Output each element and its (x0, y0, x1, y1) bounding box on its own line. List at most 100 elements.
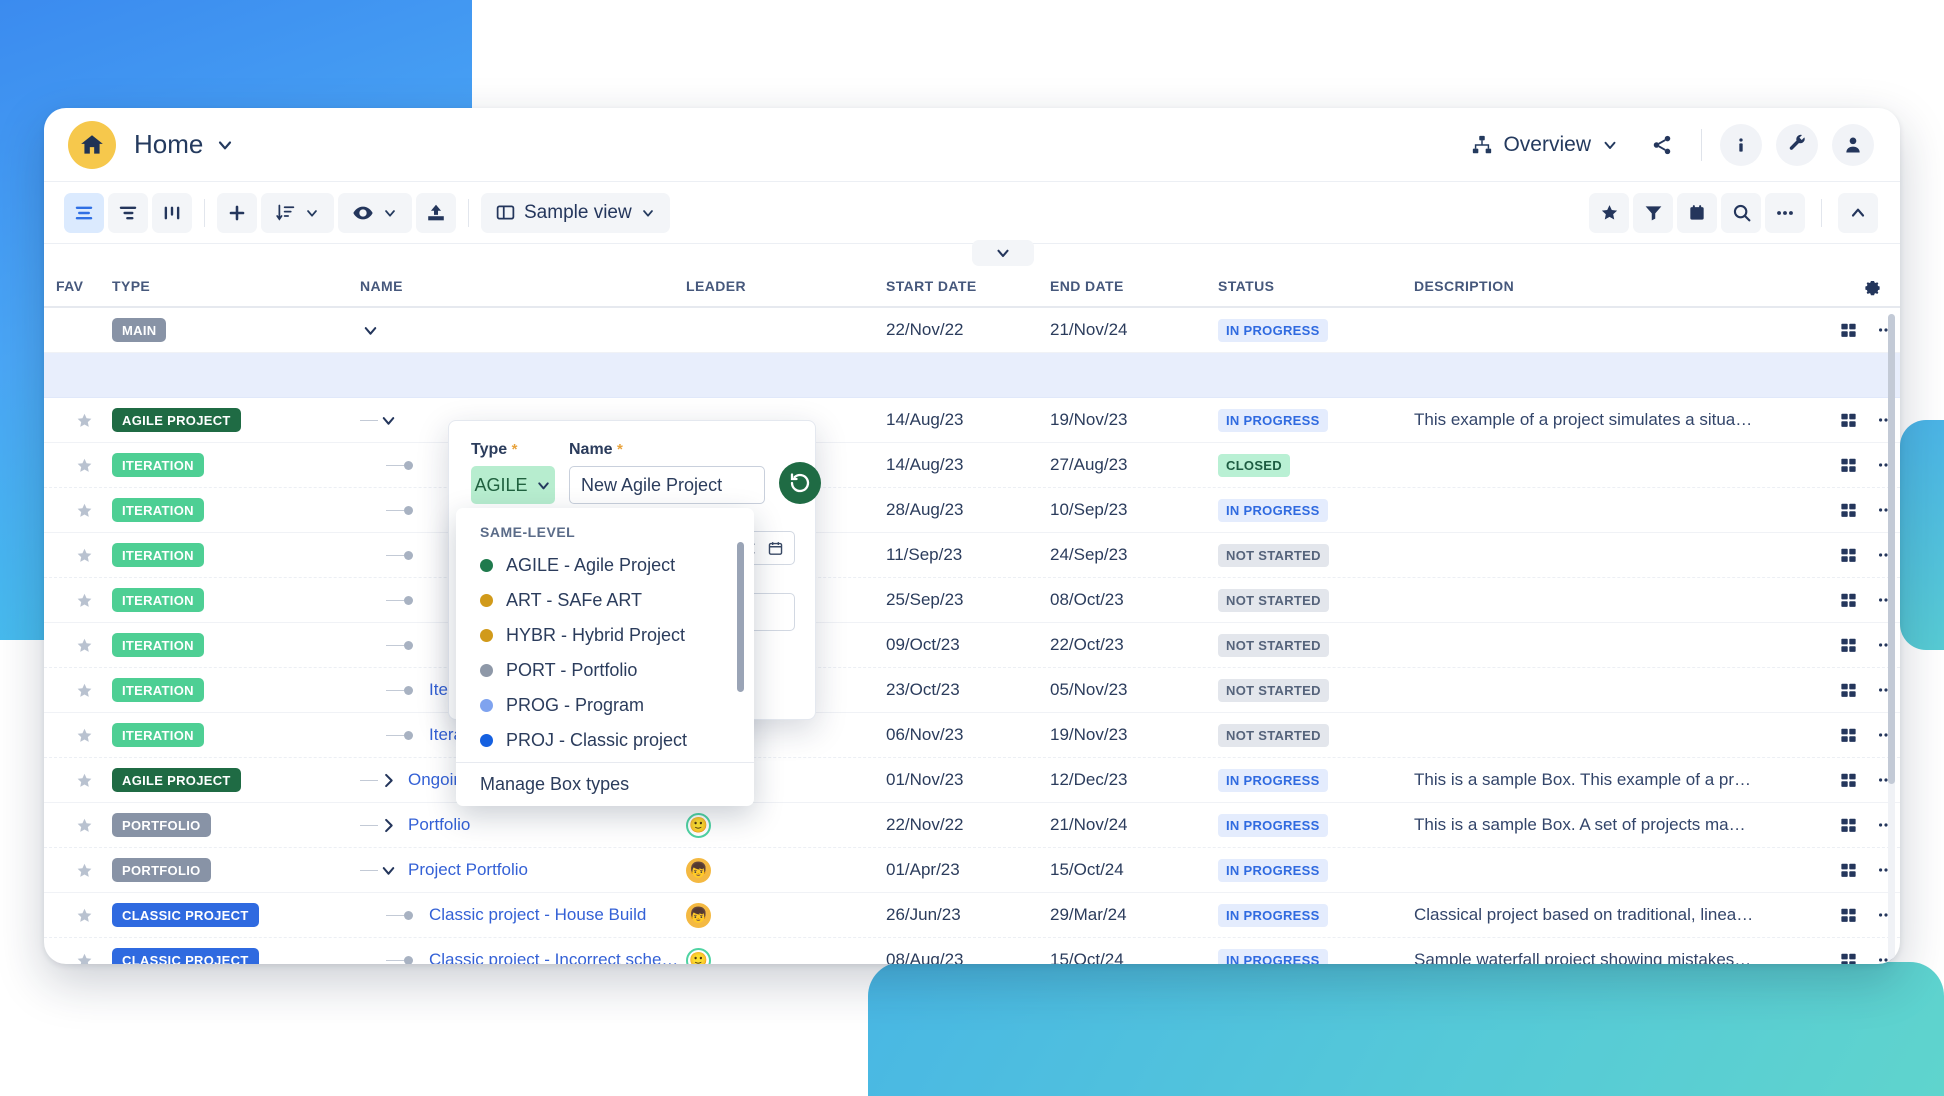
calendar-button[interactable] (1677, 192, 1717, 233)
table-row[interactable]: ITERATIONIteration 706/Nov/2319/Nov/23NO… (44, 713, 1900, 758)
row-name-cell[interactable]: Classic project - House Build (360, 905, 686, 925)
avatar[interactable]: 👦 (686, 857, 711, 883)
table-row[interactable]: CLASSIC PROJECT Classic project - House B… (44, 893, 1900, 938)
more-button[interactable] (1765, 192, 1805, 233)
table-row[interactable]: ITERATION 25/Sep/23 08/Oct/23 NOT STARTED (44, 578, 1900, 623)
scrollbar-thumb[interactable] (1888, 314, 1895, 784)
grid-icon[interactable] (1839, 681, 1858, 700)
chevron-right-icon[interactable] (378, 816, 398, 835)
dropdown-item[interactable]: PORT - Portfolio (456, 653, 754, 688)
settings-button[interactable] (1776, 123, 1818, 166)
chevron-down-icon[interactable] (215, 135, 235, 155)
dropdown-scrollbar[interactable] (737, 542, 744, 702)
column-header-fav[interactable]: FAV (56, 278, 112, 294)
grid-icon[interactable] (1839, 636, 1858, 655)
grid-icon[interactable] (1839, 591, 1858, 610)
type-select[interactable]: AGILE (471, 466, 555, 504)
table-row[interactable]: ITERATION 09/Oct/23 22/Oct/23 NOT STARTED (44, 623, 1900, 668)
search-button[interactable] (1721, 192, 1761, 233)
grid-icon[interactable] (1839, 816, 1858, 835)
favorite-star-icon[interactable] (56, 501, 112, 520)
dropdown-item[interactable]: HYBR - Hybrid Project (456, 618, 754, 653)
grid-icon[interactable] (1839, 411, 1858, 430)
grid-icon[interactable] (1839, 861, 1858, 880)
favorite-star-icon[interactable] (56, 546, 112, 565)
info-button[interactable] (1720, 123, 1762, 166)
favorite-star-icon[interactable] (56, 906, 112, 925)
grid-icon[interactable] (1839, 501, 1858, 520)
chevron-down-icon[interactable] (378, 861, 398, 880)
table-row[interactable]: AGILE PROJECTOngoing agile project (E-co… (44, 758, 1900, 803)
table-row[interactable]: AGILE PROJECT 14/Aug/23 19/Nov/23 IN PROGRE… (44, 398, 1900, 443)
user-button[interactable] (1832, 123, 1874, 166)
column-header-status[interactable]: STATUS (1218, 278, 1414, 294)
home-icon[interactable] (68, 120, 116, 169)
visibility-button[interactable] (338, 192, 412, 233)
manage-box-types-item[interactable]: Manage Box types (456, 762, 754, 806)
filter-button[interactable] (1633, 192, 1673, 233)
favorite-star-icon[interactable] (56, 726, 112, 745)
column-header-description[interactable]: DESCRIPTION (1414, 278, 1774, 294)
grid-icon[interactable] (1839, 546, 1858, 565)
row-name-cell[interactable]: Portfolio (360, 815, 686, 835)
row-name-label[interactable]: Project Portfolio (408, 860, 528, 880)
collapse-header-button[interactable] (972, 240, 1034, 266)
row-name-label[interactable]: Portfolio (408, 815, 470, 835)
grid-icon[interactable] (1839, 456, 1858, 475)
row-name-cell[interactable]: Classic project - Incorrect sche… (360, 950, 686, 964)
board-view-button[interactable] (152, 192, 192, 233)
reset-button[interactable] (779, 462, 821, 504)
favorite-star-icon[interactable] (56, 771, 112, 790)
column-header-end-date[interactable]: END DATE (1050, 278, 1218, 294)
favorites-button[interactable] (1589, 192, 1629, 233)
table-scrollbar[interactable] (1888, 314, 1895, 964)
column-header-start-date[interactable]: START DATE (886, 278, 1050, 294)
table-row[interactable]: ITERATION 28/Aug/23 10/Sep/23 IN PROGRESS (44, 488, 1900, 533)
grid-icon[interactable] (1839, 771, 1858, 790)
favorite-star-icon[interactable] (56, 456, 112, 475)
favorite-star-icon[interactable] (56, 861, 112, 880)
dropdown-scrollbar-thumb[interactable] (737, 542, 744, 692)
dropdown-item[interactable]: PROG - Program (456, 688, 754, 723)
column-header-type[interactable]: TYPE (112, 278, 360, 294)
favorite-star-icon[interactable] (56, 591, 112, 610)
favorite-star-icon[interactable] (56, 681, 112, 700)
avatar[interactable]: 🙂 (686, 947, 711, 964)
collapse-toolbar-button[interactable] (1838, 192, 1878, 233)
overview-selector[interactable]: Overview (1463, 127, 1627, 163)
column-header-name[interactable]: NAME (360, 278, 686, 294)
table-row[interactable]: MAIN 22/Nov/22 21/Nov/24 IN PROGRESS (44, 308, 1900, 353)
row-name-cell[interactable] (360, 321, 686, 340)
dropdown-item[interactable]: AGILE - Agile Project (456, 548, 754, 583)
list-view-button[interactable] (64, 192, 104, 233)
dropdown-item[interactable]: ART - SAFe ART (456, 583, 754, 618)
view-selector[interactable]: Sample view (481, 192, 670, 233)
table-row[interactable]: ITERATIONIteration 623/Oct/2305/Nov/23NO… (44, 668, 1900, 713)
table-row[interactable]: ITERATION 14/Aug/23 27/Aug/23 CLOSED (44, 443, 1900, 488)
row-name-label[interactable]: Classic project - House Build (429, 905, 646, 925)
sort-button[interactable] (261, 192, 334, 233)
favorite-star-icon[interactable] (56, 816, 112, 835)
table-row[interactable]: PORTFOLIO Portfolio 🙂 22/Nov/22 21/Nov/24 IN … (44, 803, 1900, 848)
table-row[interactable]: ITERATION 11/Sep/23 24/Sep/23 NOT STARTED (44, 533, 1900, 578)
avatar[interactable]: 👦 (686, 902, 711, 928)
favorite-star-icon[interactable] (56, 951, 112, 964)
chevron-right-icon[interactable] (378, 771, 398, 790)
grid-icon[interactable] (1839, 906, 1858, 925)
avatar[interactable]: 🙂 (686, 812, 711, 838)
page-title[interactable]: Home (134, 129, 235, 160)
column-header-leader[interactable]: LEADER (686, 278, 886, 294)
tree-view-button[interactable] (108, 192, 148, 233)
chevron-down-icon[interactable] (360, 321, 380, 340)
table-row[interactable]: PORTFOLIO Project Portfolio 👦 01/Apr/23 15/O… (44, 848, 1900, 893)
row-name-label[interactable]: Classic project - Incorrect sche… (429, 950, 678, 964)
grid-icon[interactable] (1839, 951, 1858, 964)
chevron-down-icon[interactable] (378, 411, 398, 430)
share-button[interactable] (1641, 124, 1683, 166)
calendar-icon[interactable] (767, 540, 784, 557)
favorite-star-icon[interactable] (56, 636, 112, 655)
row-name-cell[interactable]: Project Portfolio (360, 860, 686, 880)
grid-icon[interactable] (1839, 726, 1858, 745)
table-row[interactable]: CLASSIC PROJECT Classic project - Incorre… (44, 938, 1900, 964)
name-input[interactable] (569, 466, 765, 504)
